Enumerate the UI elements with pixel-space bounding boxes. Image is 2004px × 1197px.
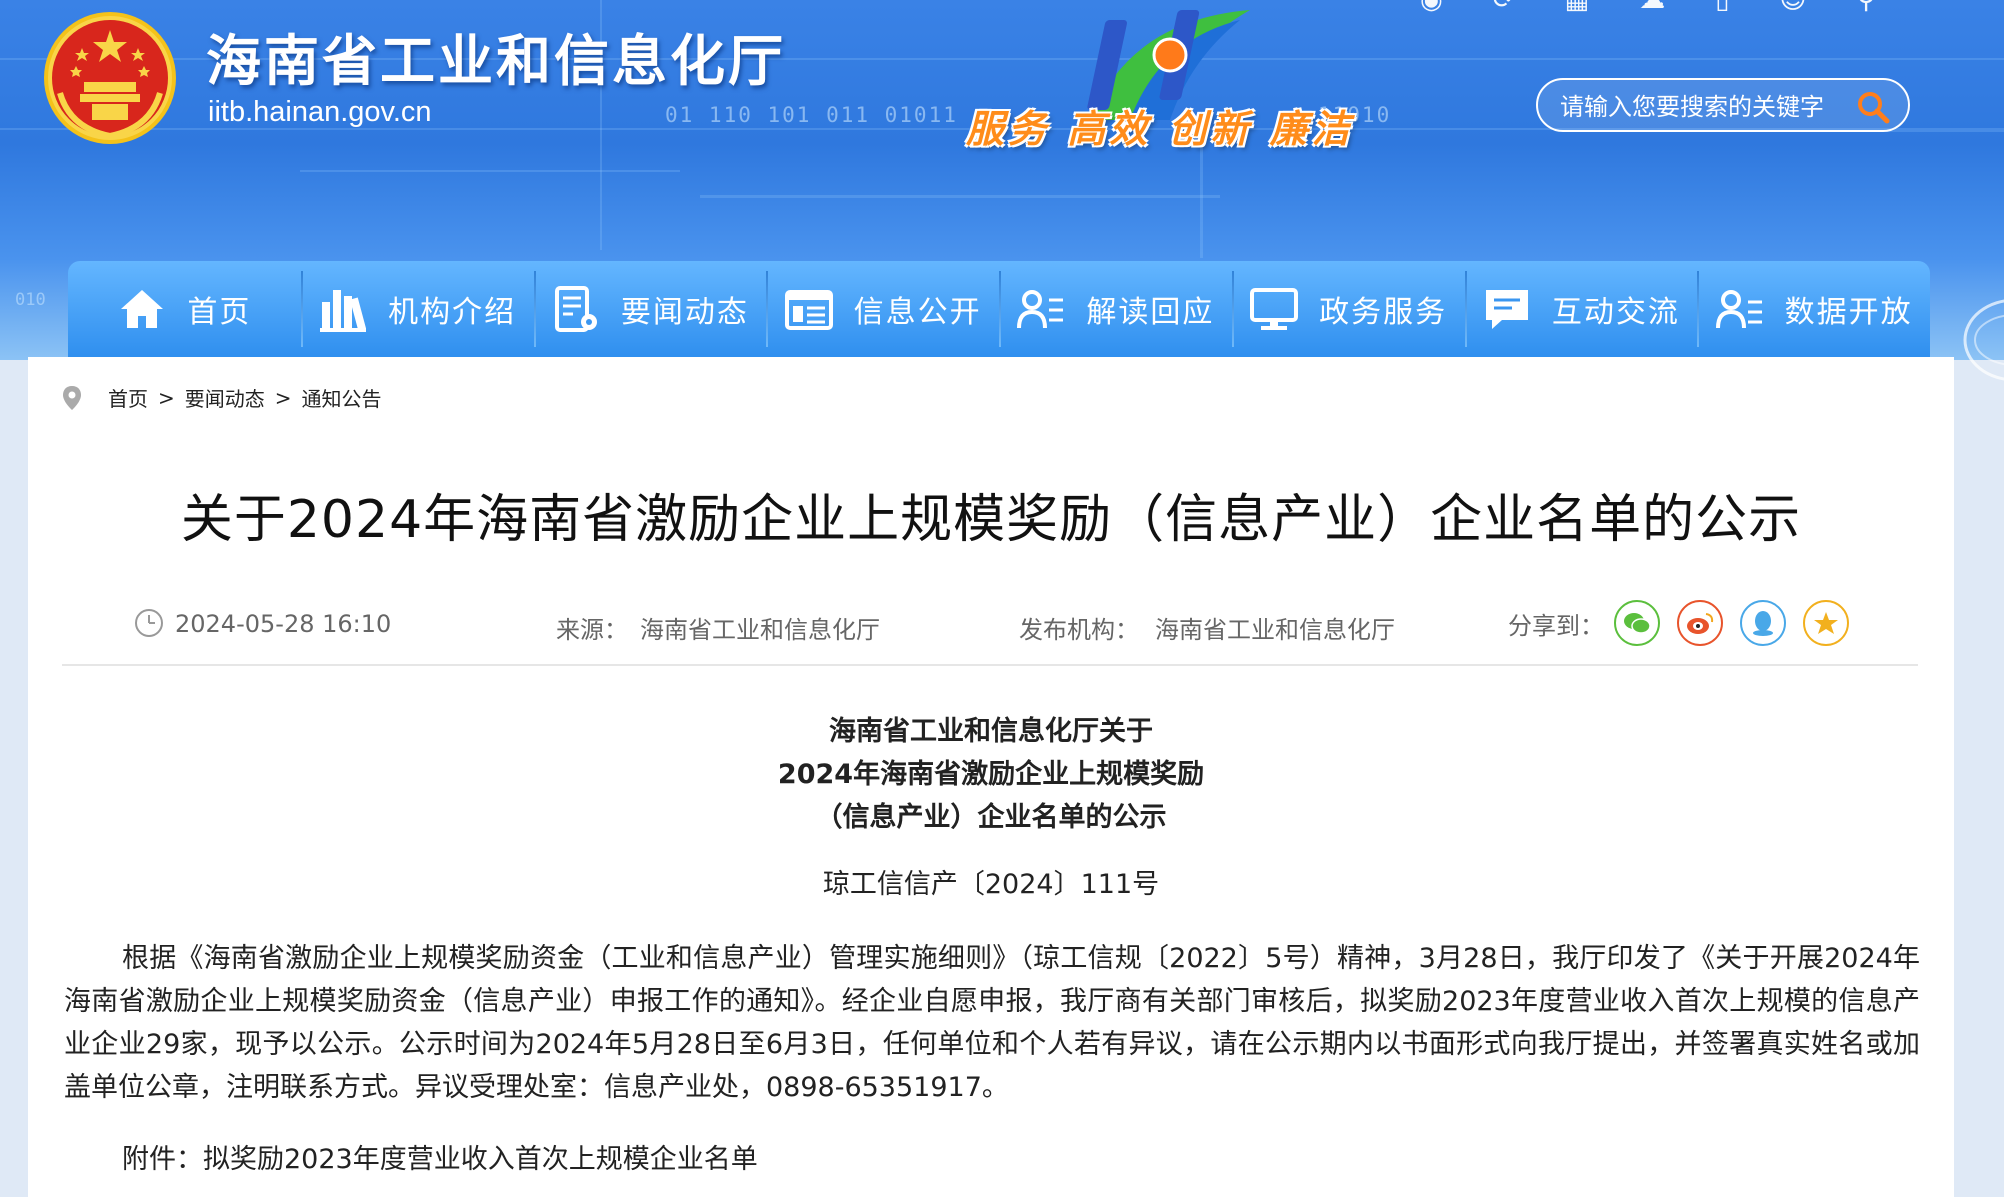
mobile-icon[interactable]: ▯ [1715,0,1729,15]
source-label: 来源： [556,616,628,644]
search-box [1536,78,1910,132]
site-domain[interactable]: iitb.hainan.gov.cn [208,96,432,129]
site-header: 01 110 101 011 01011 11010 010 海南省工业和信息化… [0,0,2004,360]
deco-line [300,170,680,172]
article-meta: 2024-05-28 16:10 来源： 海南省工业和信息化厅 发布机构： 海南… [108,600,1868,648]
search-input[interactable] [1558,90,1862,124]
doc-heading-line-1: 海南省工业和信息化厅关于 [829,716,1153,747]
nav-item-services[interactable]: 政务服务 [1231,261,1465,357]
source-value: 海南省工业和信息化厅 [640,616,880,644]
doc-heading-line-2: 2024年海南省激励企业上规模奖励 [777,759,1205,790]
site-title[interactable]: 海南省工业和信息化厅 [206,16,786,96]
search-icon[interactable] [1856,90,1890,124]
nav-item-interpretation[interactable]: 解读回应 [999,261,1232,357]
refresh-icon[interactable]: ⟳ [1493,0,1515,15]
qq-share-icon[interactable] [1740,600,1786,646]
user-list-icon [1017,290,1064,329]
binary-deco-left: 010 [15,290,46,310]
share-icons [1614,600,1849,646]
nav-item-news[interactable]: 要闻动态 [533,261,767,357]
breadcrumb-separator: > [274,385,292,410]
publisher-label: 发布机构： [1019,616,1139,644]
document-list-icon [784,290,833,330]
meta-divider [62,664,1918,666]
top-utility-bar: ◉ ⟳ ▦ ☁ ▯ ☺ ⚲ [1420,0,1876,15]
books-icon [320,290,367,332]
breadcrumb-home[interactable]: 首页 [108,383,148,412]
publisher-value: 海南省工业和信息化厅 [1155,616,1395,644]
deco-line [700,195,1220,198]
nav-label: 政务服务 [1319,295,1448,330]
clock-icon [135,609,163,637]
weibo-share-icon[interactable] [1677,600,1723,646]
publish-date: 2024-05-28 16:10 [175,610,392,638]
search-accessibility-icon[interactable]: ⚲ [1856,0,1875,15]
article-body: 根据《海南省激励企业上规模奖励资金（工业和信息产业）管理实施细则》（琼工信规〔2… [64,943,1920,1103]
home-icon [121,290,164,328]
breadcrumb-news[interactable]: 要闻动态 [185,383,265,412]
chat-icon[interactable]: ☁ [1639,0,1665,15]
nav-label: 数据开放 [1784,295,1913,330]
wechat-share-icon[interactable] [1614,600,1660,646]
slogan: 服务 高效 创新 廉洁 [966,107,1354,151]
doc-number: 琼工信信产〔2024〕111号 [822,869,1160,900]
national-emblem-icon [44,12,176,144]
qzone-share-icon[interactable] [1803,600,1849,646]
nav-label: 机构介绍 [388,295,517,330]
nav-item-home[interactable]: 首页 [68,261,301,357]
nav-label: 解读回应 [1086,295,1215,330]
message-icon [1485,290,1528,329]
nav-item-interaction[interactable]: 互动交流 [1464,261,1698,357]
article-title: 关于2024年海南省激励企业上规模奖励（信息产业）企业名单的公示 [180,490,1802,550]
location-pin-icon [63,385,81,410]
share-label: 分享到： [1508,612,1604,640]
attachment-link[interactable]: 附件：拟奖励2023年度营业收入首次上规模企业名单 [122,1137,758,1176]
breadcrumb: 首页 > 要闻动态 > 通知公告 [62,383,382,412]
binary-deco: 01 110 101 011 01011 [665,103,958,127]
user-data-icon [1715,290,1762,329]
user-icon[interactable]: ☺ [1779,0,1806,15]
nav-label: 互动交流 [1551,295,1680,330]
nav-item-disclosure[interactable]: 信息公开 [766,261,999,357]
breadcrumb-notices[interactable]: 通知公告 [302,383,382,412]
article-container: 首页 > 要闻动态 > 通知公告 关于2024年海南省激励企业上规模奖励（信息产… [28,357,1954,1197]
monitor-icon [1250,288,1299,330]
nav-label: 首页 [187,295,252,330]
archive-icon[interactable]: ▦ [1564,0,1589,15]
main-nav: 首页 机构介绍 要闻动态 信息公开 解读回应 政务服务 互动交流 数据开放 [68,261,1930,357]
weibo-icon[interactable]: ◉ [1420,0,1443,15]
nav-label: 信息公开 [853,295,982,330]
breadcrumb-separator: > [158,385,175,410]
doc-heading-line-3: （信息产业）企业名单的公示 [815,802,1167,833]
news-edit-icon [554,286,597,332]
nav-label: 要闻动态 [620,295,749,330]
nav-item-open-data[interactable]: 数据开放 [1697,261,1930,357]
nav-item-about[interactable]: 机构介绍 [300,261,534,357]
deco-globe [1963,299,2004,381]
